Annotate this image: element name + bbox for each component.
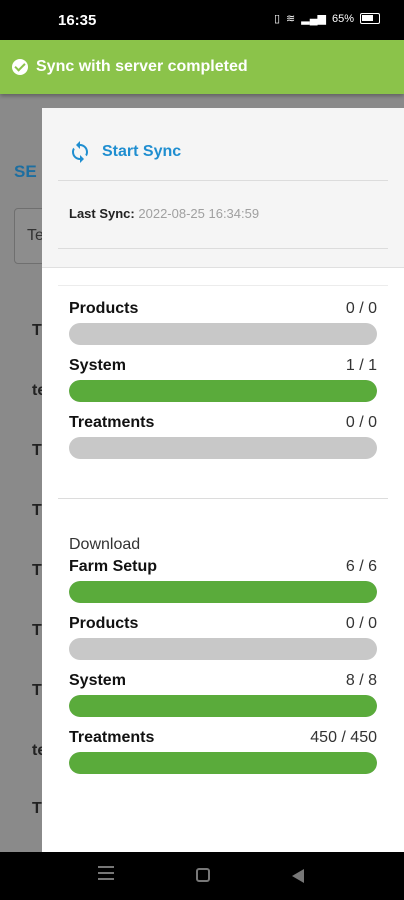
background-row: T xyxy=(32,562,42,579)
progress-item-header: System 8 / 8 xyxy=(69,670,377,692)
background-section-label: SE xyxy=(14,162,37,181)
start-sync-button[interactable]: Start Sync xyxy=(68,140,181,164)
progress-bar xyxy=(69,752,377,774)
check-circle-icon xyxy=(12,59,28,75)
progress-item: System 1 / 1 xyxy=(69,355,377,402)
status-icons: ▯ ≋ ▂▄▆ 65% xyxy=(274,12,380,25)
upload-section: Products 0 / 0 System 1 / 1 Treatments 0 / 0 xyxy=(69,298,377,469)
progress-item: System 8 / 8 xyxy=(69,670,377,717)
progress-item-header: Treatments 0 / 0 xyxy=(69,412,377,434)
recents-icon[interactable] xyxy=(98,866,114,880)
header-divider xyxy=(58,180,388,181)
background-row: T xyxy=(32,800,42,817)
last-sync-value: 2022-08-25 16:34:59 xyxy=(138,206,260,221)
progress-item-count: 6 / 6 xyxy=(345,558,377,575)
progress-bar xyxy=(69,581,377,603)
header-divider xyxy=(58,248,388,249)
progress-item: Treatments 0 / 0 xyxy=(69,412,377,459)
progress-item-header: Treatments 450 / 450 xyxy=(69,727,377,749)
toast-message: Sync with server completed xyxy=(36,58,248,75)
progress-item-header: System 1 / 1 xyxy=(69,355,377,377)
battery-percent: 65% xyxy=(331,12,354,25)
back-icon[interactable] xyxy=(292,869,304,883)
progress-bar-fill xyxy=(69,380,377,402)
progress-bar-fill xyxy=(69,695,377,717)
background-row: T xyxy=(32,622,42,639)
drawer-header: Start Sync Last Sync: 2022-08-25 16:34:5… xyxy=(42,108,404,268)
progress-bar xyxy=(69,638,377,660)
progress-item-count: 0 / 0 xyxy=(345,300,377,317)
section-divider xyxy=(58,285,388,286)
progress-item-name: Treatments xyxy=(69,414,155,431)
progress-bar xyxy=(69,695,377,717)
background-row: T xyxy=(32,442,42,459)
progress-item: Products 0 / 0 xyxy=(69,298,377,345)
sync-toast: Sync with server completed xyxy=(0,40,404,94)
home-icon[interactable] xyxy=(196,868,210,882)
background-row: T xyxy=(32,502,42,519)
progress-item: Farm Setup 6 / 6 xyxy=(69,556,377,603)
progress-item: Treatments 450 / 450 xyxy=(69,727,377,774)
progress-item-count: 8 / 8 xyxy=(345,672,377,689)
progress-item-name: System xyxy=(69,357,126,374)
progress-item: Products 0 / 0 xyxy=(69,613,377,660)
progress-item-count: 450 / 450 xyxy=(310,729,377,746)
progress-bar-fill xyxy=(69,581,377,603)
system-nav-bar xyxy=(0,852,404,900)
progress-item-name: Farm Setup xyxy=(69,558,158,575)
progress-item-header: Farm Setup 6 / 6 xyxy=(69,556,377,578)
last-sync-label: Last Sync: xyxy=(69,206,135,221)
vibrate-icon: ▯ xyxy=(273,13,281,25)
wifi-icon: ≋ xyxy=(286,13,296,25)
progress-bar-fill xyxy=(69,752,377,774)
progress-item-name: Products xyxy=(69,615,139,632)
download-title: Download xyxy=(69,536,141,553)
progress-item-count: 0 / 0 xyxy=(345,615,377,632)
background-row: T xyxy=(32,322,42,339)
section-divider xyxy=(58,498,388,499)
download-section: Download Farm Setup 6 / 6 Products 0 / 0 Sys… xyxy=(69,536,377,784)
background-row: T xyxy=(32,682,42,699)
progress-item-name: System xyxy=(69,672,126,689)
progress-item-header: Products 0 / 0 xyxy=(69,613,377,635)
status-bar: 16:35 ▯ ≋ ▂▄▆ 65% xyxy=(0,0,404,40)
start-sync-label: Start Sync xyxy=(102,143,182,160)
sync-icon xyxy=(72,141,88,163)
progress-item-name: Products xyxy=(69,300,139,317)
progress-bar xyxy=(69,380,377,402)
progress-item-header: Products 0 / 0 xyxy=(69,298,377,320)
battery-icon xyxy=(360,13,380,24)
progress-item-name: Treatments xyxy=(69,729,155,746)
last-sync: Last Sync: 2022-08-25 16:34:59 xyxy=(69,206,259,221)
sync-drawer: Start Sync Last Sync: 2022-08-25 16:34:5… xyxy=(42,108,404,852)
progress-bar xyxy=(69,323,377,345)
status-time: 16:35 xyxy=(58,12,97,29)
progress-item-count: 1 / 1 xyxy=(345,357,377,374)
progress-bar xyxy=(69,437,377,459)
progress-item-count: 0 / 0 xyxy=(345,414,377,431)
signal-icon: ▂▄▆ xyxy=(301,13,326,25)
